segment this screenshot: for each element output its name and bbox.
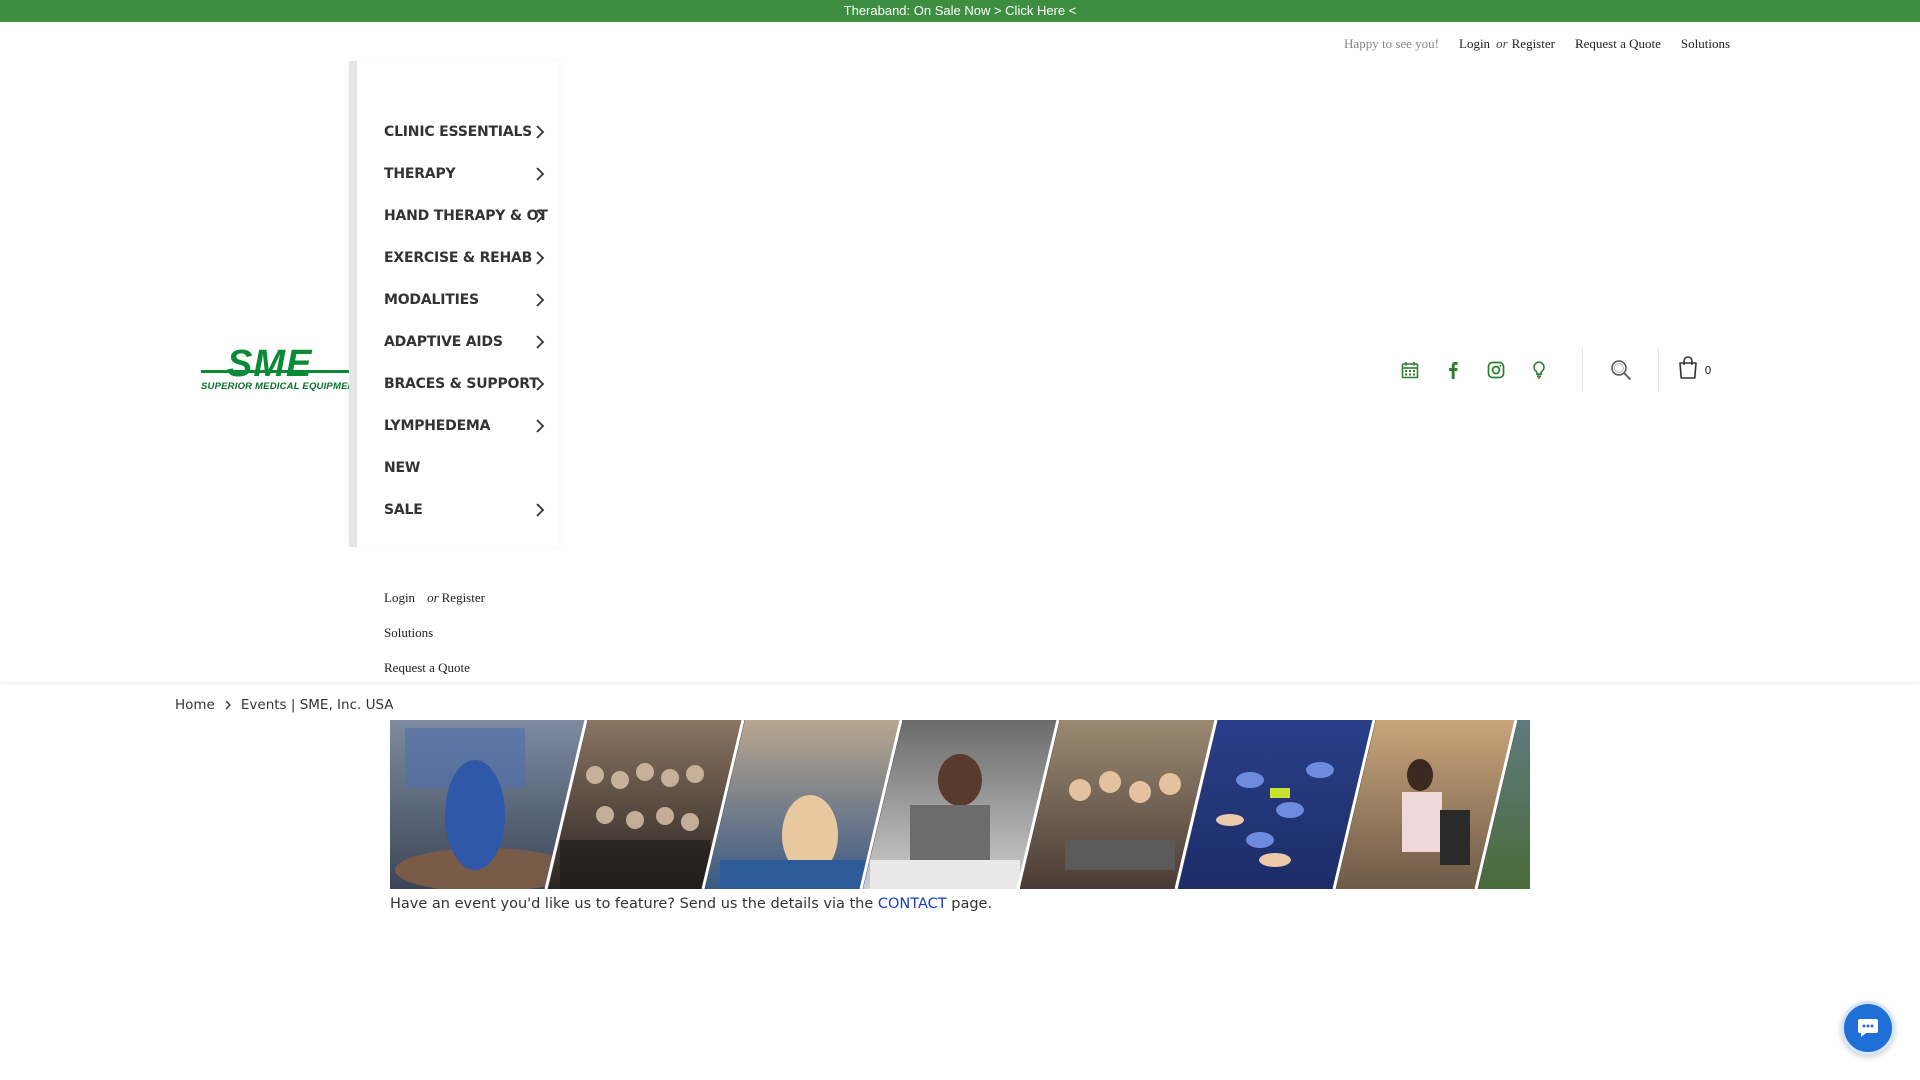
event-text-before: Have an event you'd like us to feature? … <box>390 896 878 912</box>
greeting-text: Happy to see you! <box>1344 36 1439 51</box>
menu-item-new[interactable]: NEW <box>384 447 544 489</box>
menu-login-link[interactable]: Login <box>384 590 415 606</box>
menu-item-label: BRACES & SUPPORT <box>384 376 539 392</box>
menu-solutions-link[interactable]: Solutions <box>384 625 433 641</box>
chevron-right-icon[interactable] <box>531 207 549 225</box>
logo-tagline: SUPERIOR MEDICAL EQUIPMENT <box>201 381 361 392</box>
chevron-right-icon[interactable] <box>531 375 549 393</box>
menu-item-therapy[interactable]: THERAPY <box>384 153 545 195</box>
menu-item-label: SALE <box>384 502 423 518</box>
breadcrumb-chevron-icon <box>225 700 231 710</box>
chevron-right-icon[interactable] <box>531 123 549 141</box>
menu-item-label: NEW <box>384 460 421 476</box>
contact-link[interactable]: CONTACT <box>878 896 947 912</box>
lightbulb-icon[interactable] <box>1517 350 1560 390</box>
menu-item-clinic-essentials[interactable]: CLINIC ESSENTIALS <box>384 111 545 153</box>
chevron-right-icon[interactable] <box>531 291 549 309</box>
event-feature-text: Have an event you'd like us to feature? … <box>390 896 992 912</box>
menu-item-label: HAND THERAPY & OT <box>384 208 548 224</box>
chevron-right-icon[interactable] <box>531 249 549 267</box>
menu-item-braces-support[interactable]: BRACES & SUPPORT <box>384 363 545 405</box>
menu-item-label: LYMPHEDEMA <box>384 418 491 434</box>
event-text-after: page. <box>946 896 993 912</box>
breadcrumb-current: Events | SME, Inc. USA <box>240 697 394 713</box>
menu-item-label: THERAPY <box>384 166 456 182</box>
events-banner-image <box>390 720 1530 889</box>
menu-item-exercise-rehab[interactable]: EXERCISE & REHAB <box>384 237 545 279</box>
logo-wordmark: SME <box>227 343 313 385</box>
breadcrumb: Home Events | SME, Inc. USA <box>175 697 394 713</box>
cart-count: 0 <box>1704 363 1712 377</box>
login-link[interactable]: Login <box>1459 36 1490 52</box>
register-link[interactable]: Register <box>1512 36 1555 52</box>
menu-account-links: Login or Register Solutions Request a Qu… <box>384 580 485 685</box>
promo-text[interactable]: Theraband: On Sale Now > Click Here < <box>844 3 1077 18</box>
logo-underline <box>201 370 349 373</box>
chat-button[interactable] <box>1841 1001 1895 1055</box>
calendar-icon[interactable] <box>1388 350 1431 390</box>
top-links: Happy to see you! Login or Register Requ… <box>1344 22 1730 66</box>
menu-item-adaptive-aids[interactable]: ADAPTIVE AIDS <box>384 321 545 363</box>
or-text: or <box>1496 36 1508 51</box>
chevron-right-icon[interactable] <box>531 501 549 519</box>
menu-register-link[interactable]: Register <box>442 590 485 606</box>
instagram-icon[interactable] <box>1474 350 1517 390</box>
site-logo[interactable]: SME SUPERIOR MEDICAL EQUIPMENT <box>199 343 360 395</box>
promo-bar[interactable]: Theraband: On Sale Now > Click Here < <box>0 0 1920 22</box>
menu-item-modalities[interactable]: MODALITIES <box>384 279 545 321</box>
menu-or-text: or <box>427 589 439 605</box>
menu-item-lymphedema[interactable]: LYMPHEDEMA <box>384 405 545 447</box>
menu-item-label: ADAPTIVE AIDS <box>384 334 503 350</box>
cart-button[interactable]: 0 <box>1659 350 1729 390</box>
header-icon-bar: 0 <box>1388 348 1729 392</box>
facebook-icon[interactable] <box>1431 350 1474 390</box>
menu-quote-link[interactable]: Request a Quote <box>384 660 470 676</box>
chat-bubble-icon <box>1858 1019 1878 1037</box>
menu-item-label: MODALITIES <box>384 292 479 308</box>
main-menu: CLINIC ESSENTIALS THERAPY HAND THERAPY & O… <box>384 111 548 531</box>
request-quote-link[interactable]: Request a Quote <box>1575 36 1661 52</box>
chevron-right-icon[interactable] <box>531 417 549 435</box>
breadcrumb-home-link[interactable]: Home <box>175 697 215 713</box>
shopping-bag-icon <box>1677 355 1699 385</box>
search-icon[interactable] <box>1583 350 1658 390</box>
menu-item-label: CLINIC ESSENTIALS <box>384 124 533 140</box>
menu-item-label: EXERCISE & REHAB <box>384 250 533 266</box>
chevron-right-icon[interactable] <box>531 333 549 351</box>
menu-item-sale[interactable]: SALE <box>384 489 545 531</box>
menu-item-hand-therapy-ot[interactable]: HAND THERAPY & OT <box>384 195 548 237</box>
solutions-link[interactable]: Solutions <box>1681 36 1730 52</box>
chevron-right-icon[interactable] <box>531 165 549 183</box>
